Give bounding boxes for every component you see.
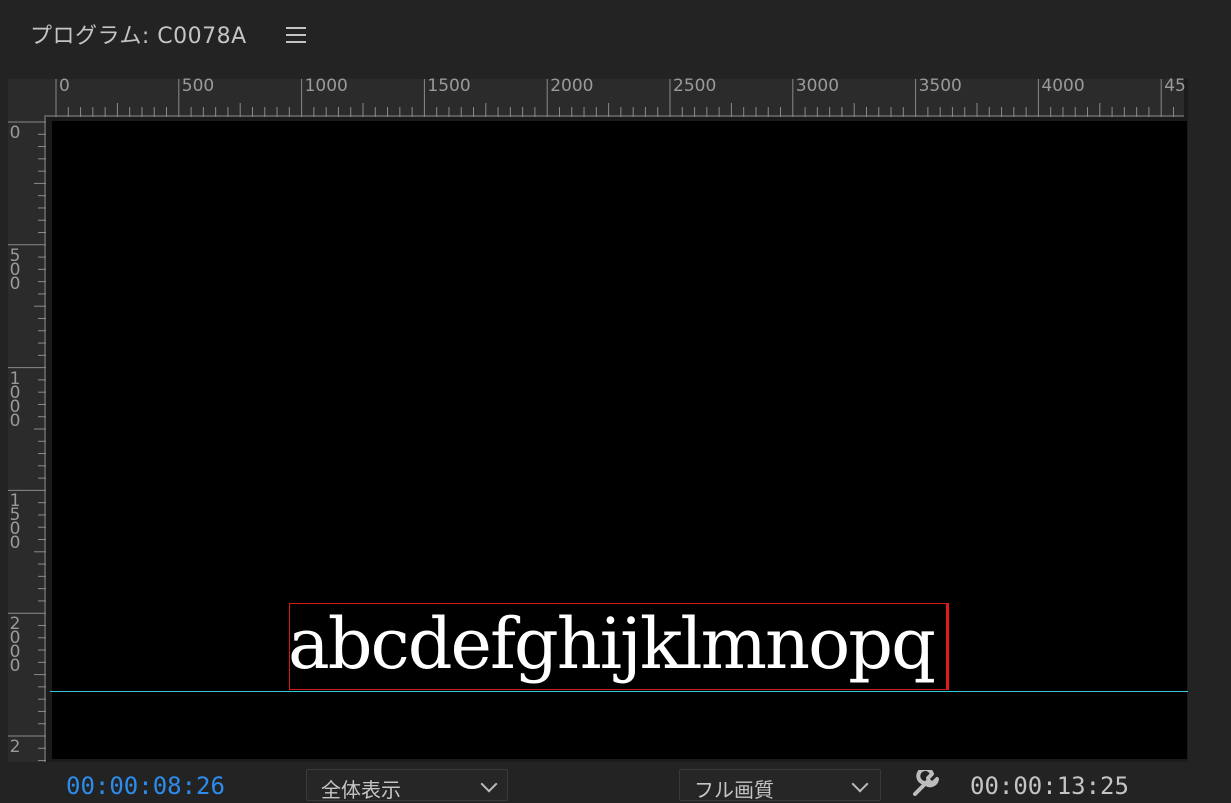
playhead-timecode[interactable]: 00:00:08:26	[66, 772, 225, 800]
hamburger-menu-icon[interactable]	[285, 24, 307, 46]
quality-dropdown-label: フル画質	[694, 778, 774, 802]
ruler-label: 3000	[795, 76, 840, 96]
ruler-label: 3500	[918, 76, 962, 96]
ruler-label: 0	[9, 123, 21, 143]
ruler-label: 1500	[427, 76, 471, 96]
ruler-label: 2500	[673, 76, 717, 96]
chevron-down-icon	[851, 775, 869, 793]
ruler-vertical: 0 500 1000 1500 2000 2	[8, 117, 46, 762]
fit-dropdown[interactable]: 全体表示	[306, 769, 508, 802]
ruler-label: 1000	[304, 76, 348, 96]
ruler-label: 500	[181, 76, 215, 96]
ruler-horizontal: 0 500 1000 1500 2000 2500 3000 3500 4000 45	[44, 76, 1186, 117]
ruler-label: 45	[1164, 76, 1186, 96]
baseline-guide	[50, 691, 1188, 692]
ruler-label: 1000	[9, 368, 21, 431]
quality-dropdown[interactable]: フル画質	[679, 769, 881, 802]
ruler-corner	[8, 79, 44, 117]
ruler-label: 2	[9, 737, 21, 757]
fit-dropdown-label: 全体表示	[321, 778, 401, 802]
ruler-horizontal-ticks	[44, 79, 1184, 117]
ruler-label: 1500	[9, 491, 21, 554]
panel-header: プログラム: C0078A	[0, 0, 1231, 68]
ruler-label: 2000	[550, 76, 594, 96]
ruler-label: 0	[59, 76, 70, 96]
chevron-down-icon	[480, 775, 498, 793]
ruler-label: 500	[9, 245, 21, 294]
panel-title[interactable]: プログラム: C0078A	[30, 18, 247, 50]
duration-timecode: 00:00:13:25	[970, 772, 1129, 800]
text-selection-box[interactable]	[289, 603, 949, 690]
scrollbar[interactable]	[1188, 79, 1231, 794]
wrench-icon[interactable]	[909, 767, 941, 796]
ruler-label: 4000	[1041, 76, 1085, 96]
ruler-label: 2000	[9, 614, 21, 677]
